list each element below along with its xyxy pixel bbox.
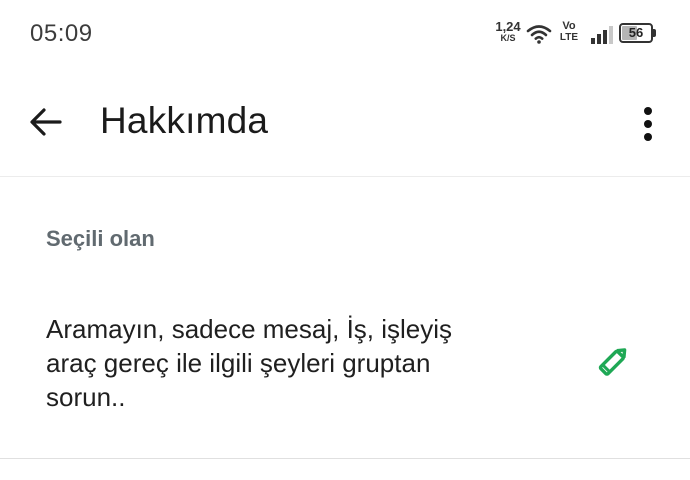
status-time: 05:09	[30, 20, 93, 47]
network-speed-unit: K/S	[500, 33, 516, 43]
more-options-button[interactable]	[630, 100, 666, 148]
volte-top-label: Vo	[562, 20, 576, 32]
arrow-back-icon	[29, 107, 63, 142]
network-speed-value: 1,24	[495, 19, 521, 34]
battery-tip	[653, 29, 656, 37]
pencil-icon	[594, 342, 634, 387]
app-bar-divider	[0, 176, 690, 177]
battery-icon: 56	[619, 23, 653, 43]
signal-icon	[591, 26, 615, 49]
section-header: Seçili olan	[46, 226, 155, 251]
about-text: Aramayın, sadece mesaj, İş, işleyiş araç…	[46, 314, 453, 412]
volte-indicator: Vo LTE	[556, 21, 582, 43]
row-divider	[0, 458, 690, 459]
status-bar: 05:09 1,24 K/S Vo LTE 56	[0, 0, 690, 70]
app-bar: Hakkımda	[0, 70, 690, 176]
about-status-row[interactable]: Aramayın, sadece mesaj, İş, işleyiş araç…	[0, 290, 690, 435]
wifi-icon	[526, 24, 552, 49]
back-button[interactable]	[22, 102, 70, 146]
screen: 05:09 1,24 K/S Vo LTE 56 Hakkımda Seçili…	[0, 0, 690, 480]
network-speed: 1,24 K/S	[492, 20, 524, 43]
battery-level: 56	[628, 25, 644, 40]
page-title: Hakkımda	[100, 100, 269, 141]
edit-button[interactable]	[590, 340, 638, 388]
volte-bottom-label: LTE	[559, 32, 579, 43]
more-vert-icon	[644, 107, 652, 115]
